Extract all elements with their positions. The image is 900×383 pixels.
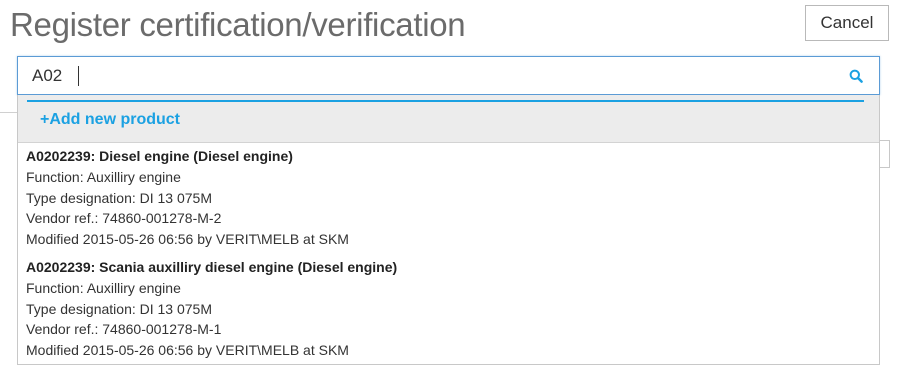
background-field-edge — [880, 140, 890, 168]
result-title: A0202239: Diesel engine (Diesel engine) — [26, 148, 293, 164]
search-result-item[interactable]: A0202239: Scania auxilliry diesel engine… — [26, 257, 866, 361]
result-modified: Modified 2015-05-26 06:56 by VERIT\MELB … — [26, 231, 349, 248]
result-vendor-ref: Vendor ref.: 74860-001278-M-1 — [26, 321, 222, 338]
result-modified: Modified 2015-05-26 06:56 by VERIT\MELB … — [26, 342, 349, 359]
background-divider — [0, 112, 17, 113]
input-focus-underline — [27, 100, 864, 102]
result-function: Function: Auxilliry engine — [26, 168, 181, 185]
search-box[interactable] — [17, 56, 880, 95]
result-type-designation: Type designation: DI 13 075M — [26, 189, 213, 206]
add-new-product-link[interactable]: +Add new product — [40, 111, 180, 129]
text-caret — [78, 66, 79, 86]
search-icon[interactable] — [849, 69, 863, 83]
result-title: A0202239: Scania auxilliry diesel engine… — [26, 259, 398, 275]
result-type-designation: Type designation: DI 13 075M — [26, 300, 213, 317]
search-results-dropdown: +Add new product A0202239: Diesel engine… — [17, 95, 880, 365]
search-result-item[interactable]: A0202239: Diesel engine (Diesel engine) … — [26, 146, 866, 250]
result-vendor-ref: Vendor ref.: 74860-001278-M-2 — [26, 210, 222, 227]
add-new-product-row[interactable]: +Add new product — [18, 95, 879, 143]
search-input[interactable] — [32, 57, 832, 94]
result-function: Function: Auxilliry engine — [26, 279, 181, 296]
cancel-button[interactable]: Cancel — [805, 5, 889, 41]
page-title: Register certification/verification — [10, 6, 466, 43]
